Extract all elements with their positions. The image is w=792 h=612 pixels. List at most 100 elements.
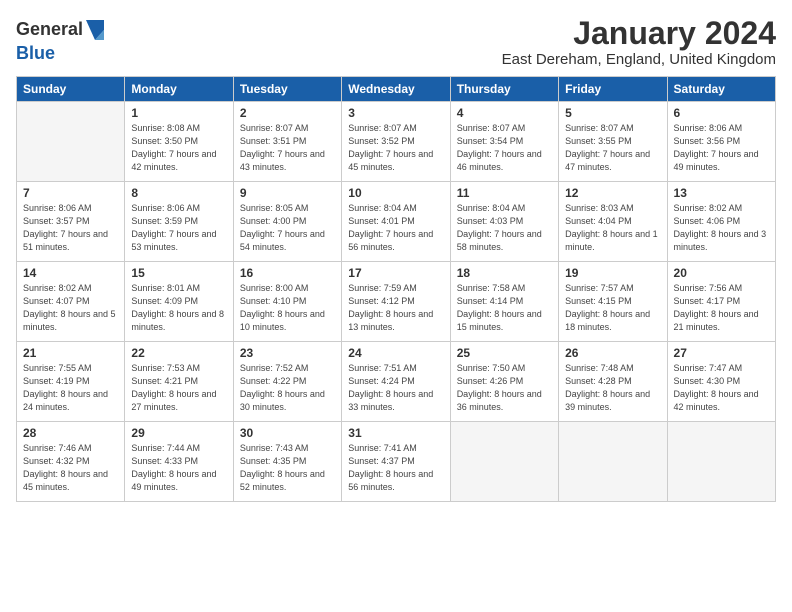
day-detail: Sunrise: 8:00 AMSunset: 4:10 PMDaylight:… — [240, 282, 335, 334]
day-number: 16 — [240, 266, 335, 280]
calendar-day-cell: 3 Sunrise: 8:07 AMSunset: 3:52 PMDaylight… — [342, 102, 450, 182]
calendar-day-cell: 30 Sunrise: 7:43 AMSunset: 4:35 PMDayligh… — [233, 422, 341, 502]
day-number: 5 — [565, 106, 660, 120]
calendar-day-cell: 31 Sunrise: 7:41 AMSunset: 4:37 PMDayligh… — [342, 422, 450, 502]
calendar-day-cell: 25 Sunrise: 7:50 AMSunset: 4:26 PMDayligh… — [450, 342, 558, 422]
day-detail: Sunrise: 8:03 AMSunset: 4:04 PMDaylight:… — [565, 202, 660, 254]
day-number: 4 — [457, 106, 552, 120]
calendar-day-cell: 17 Sunrise: 7:59 AMSunset: 4:12 PMDayligh… — [342, 262, 450, 342]
header: General Blue January 2024 East Dereham, … — [16, 16, 776, 68]
logo-icon — [84, 16, 106, 44]
day-detail: Sunrise: 8:08 AMSunset: 3:50 PMDaylight:… — [131, 122, 226, 174]
day-detail: Sunrise: 8:07 AMSunset: 3:55 PMDaylight:… — [565, 122, 660, 174]
weekday-header: Wednesday — [342, 77, 450, 102]
calendar-day-cell: 23Sunrise: 7:52 AMSunset: 4:22 PMDayligh… — [233, 342, 341, 422]
day-detail: Sunrise: 7:51 AMSunset: 4:24 PMDaylight:… — [348, 362, 443, 414]
day-number: 13 — [674, 186, 769, 200]
day-number: 26 — [565, 346, 660, 360]
calendar-day-cell — [17, 102, 125, 182]
day-detail: Sunrise: 7:50 AMSunset: 4:26 PMDaylight:… — [457, 362, 552, 414]
calendar-day-cell: 29Sunrise: 7:44 AMSunset: 4:33 PMDayligh… — [125, 422, 233, 502]
day-number: 6 — [674, 106, 769, 120]
calendar-day-cell — [450, 422, 558, 502]
calendar-day-cell: 28Sunrise: 7:46 AMSunset: 4:32 PMDayligh… — [17, 422, 125, 502]
day-number: 9 — [240, 186, 335, 200]
weekday-header: Thursday — [450, 77, 558, 102]
weekday-header: Saturday — [667, 77, 775, 102]
day-detail: Sunrise: 8:02 AMSunset: 4:06 PMDaylight:… — [674, 202, 769, 254]
calendar-week-row: 1 Sunrise: 8:08 AMSunset: 3:50 PMDaylight… — [17, 102, 776, 182]
calendar-day-cell: 19 Sunrise: 7:57 AMSunset: 4:15 PMDayligh… — [559, 262, 667, 342]
day-detail: Sunrise: 8:07 AMSunset: 3:51 PMDaylight:… — [240, 122, 335, 174]
title-month: January 2024 — [502, 16, 776, 51]
day-detail: Sunrise: 8:01 AMSunset: 4:09 PMDaylight:… — [131, 282, 226, 334]
weekday-header: Sunday — [17, 77, 125, 102]
calendar-day-cell: 22Sunrise: 7:53 AMSunset: 4:21 PMDayligh… — [125, 342, 233, 422]
day-detail: Sunrise: 7:41 AMSunset: 4:37 PMDaylight:… — [348, 442, 443, 494]
calendar-day-cell: 12 Sunrise: 8:03 AMSunset: 4:04 PMDayligh… — [559, 182, 667, 262]
day-number: 22 — [131, 346, 226, 360]
day-number: 17 — [348, 266, 443, 280]
day-detail: Sunrise: 7:58 AMSunset: 4:14 PMDaylight:… — [457, 282, 552, 334]
day-detail: Sunrise: 7:59 AMSunset: 4:12 PMDaylight:… — [348, 282, 443, 334]
day-number: 30 — [240, 426, 335, 440]
day-detail: Sunrise: 8:05 AMSunset: 4:00 PMDaylight:… — [240, 202, 335, 254]
day-detail: Sunrise: 8:04 AMSunset: 4:03 PMDaylight:… — [457, 202, 552, 254]
calendar-week-row: 28Sunrise: 7:46 AMSunset: 4:32 PMDayligh… — [17, 422, 776, 502]
calendar-day-cell — [559, 422, 667, 502]
day-detail: Sunrise: 8:06 AMSunset: 3:57 PMDaylight:… — [23, 202, 118, 254]
day-detail: Sunrise: 7:55 AMSunset: 4:19 PMDaylight:… — [23, 362, 118, 414]
calendar-day-cell: 8Sunrise: 8:06 AMSunset: 3:59 PMDaylight… — [125, 182, 233, 262]
calendar-day-cell: 2Sunrise: 8:07 AMSunset: 3:51 PMDaylight… — [233, 102, 341, 182]
day-number: 8 — [131, 186, 226, 200]
day-detail: Sunrise: 7:57 AMSunset: 4:15 PMDaylight:… — [565, 282, 660, 334]
calendar-day-cell: 1 Sunrise: 8:08 AMSunset: 3:50 PMDaylight… — [125, 102, 233, 182]
day-number: 24 — [348, 346, 443, 360]
day-detail: Sunrise: 8:07 AMSunset: 3:54 PMDaylight:… — [457, 122, 552, 174]
day-number: 19 — [565, 266, 660, 280]
logo-general: General — [16, 20, 83, 40]
day-number: 12 — [565, 186, 660, 200]
day-detail: Sunrise: 8:02 AMSunset: 4:07 PMDaylight:… — [23, 282, 118, 334]
calendar-day-cell: 9 Sunrise: 8:05 AMSunset: 4:00 PMDaylight… — [233, 182, 341, 262]
calendar-week-row: 14Sunrise: 8:02 AMSunset: 4:07 PMDayligh… — [17, 262, 776, 342]
calendar-day-cell: 11 Sunrise: 8:04 AMSunset: 4:03 PMDayligh… — [450, 182, 558, 262]
calendar-day-cell: 18Sunrise: 7:58 AMSunset: 4:14 PMDayligh… — [450, 262, 558, 342]
day-number: 20 — [674, 266, 769, 280]
day-number: 29 — [131, 426, 226, 440]
calendar-day-cell: 20 Sunrise: 7:56 AMSunset: 4:17 PMDayligh… — [667, 262, 775, 342]
day-number: 11 — [457, 186, 552, 200]
day-number: 21 — [23, 346, 118, 360]
calendar-day-cell: 5 Sunrise: 8:07 AMSunset: 3:55 PMDaylight… — [559, 102, 667, 182]
calendar-day-cell — [667, 422, 775, 502]
calendar-day-cell: 21 Sunrise: 7:55 AMSunset: 4:19 PMDayligh… — [17, 342, 125, 422]
day-detail: Sunrise: 7:48 AMSunset: 4:28 PMDaylight:… — [565, 362, 660, 414]
day-number: 3 — [348, 106, 443, 120]
calendar-week-row: 21 Sunrise: 7:55 AMSunset: 4:19 PMDayligh… — [17, 342, 776, 422]
calendar-day-cell: 4 Sunrise: 8:07 AMSunset: 3:54 PMDaylight… — [450, 102, 558, 182]
day-number: 10 — [348, 186, 443, 200]
day-number: 1 — [131, 106, 226, 120]
calendar-day-cell: 7 Sunrise: 8:06 AMSunset: 3:57 PMDaylight… — [17, 182, 125, 262]
day-detail: Sunrise: 7:43 AMSunset: 4:35 PMDaylight:… — [240, 442, 335, 494]
day-number: 27 — [674, 346, 769, 360]
day-number: 25 — [457, 346, 552, 360]
weekday-header: Friday — [559, 77, 667, 102]
day-number: 31 — [348, 426, 443, 440]
day-detail: Sunrise: 7:47 AMSunset: 4:30 PMDaylight:… — [674, 362, 769, 414]
calendar-day-cell: 26 Sunrise: 7:48 AMSunset: 4:28 PMDayligh… — [559, 342, 667, 422]
calendar-day-cell: 24 Sunrise: 7:51 AMSunset: 4:24 PMDayligh… — [342, 342, 450, 422]
calendar-day-cell: 10Sunrise: 8:04 AMSunset: 4:01 PMDayligh… — [342, 182, 450, 262]
calendar-day-cell: 14Sunrise: 8:02 AMSunset: 4:07 PMDayligh… — [17, 262, 125, 342]
calendar-day-cell: 15Sunrise: 8:01 AMSunset: 4:09 PMDayligh… — [125, 262, 233, 342]
title-location: East Dereham, England, United Kingdom — [502, 51, 776, 68]
day-detail: Sunrise: 8:07 AMSunset: 3:52 PMDaylight:… — [348, 122, 443, 174]
logo: General Blue — [16, 16, 106, 64]
title-block: January 2024 East Dereham, England, Unit… — [502, 16, 776, 68]
calendar-day-cell: 6Sunrise: 8:06 AMSunset: 3:56 PMDaylight… — [667, 102, 775, 182]
calendar-header-row: SundayMondayTuesdayWednesdayThursdayFrid… — [17, 77, 776, 102]
day-detail: Sunrise: 7:56 AMSunset: 4:17 PMDaylight:… — [674, 282, 769, 334]
day-number: 7 — [23, 186, 118, 200]
day-number: 28 — [23, 426, 118, 440]
page-container: General Blue January 2024 East Dereham, … — [0, 0, 792, 512]
